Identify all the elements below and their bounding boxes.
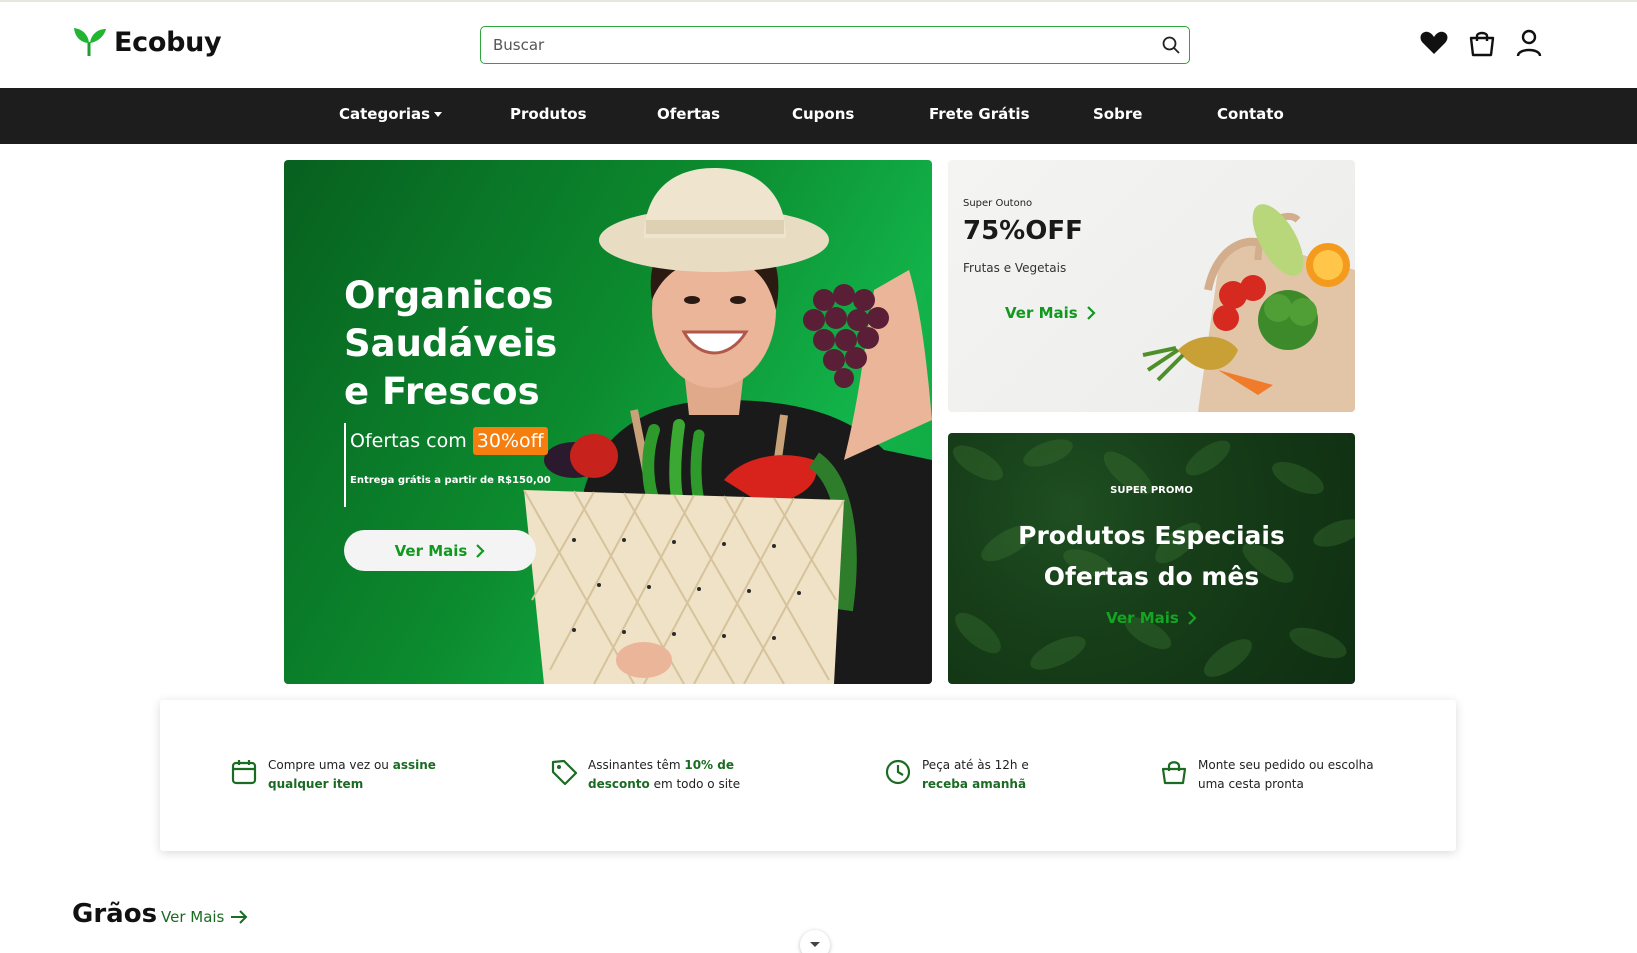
hero-banner: Organicos Saudáveis e Frescos Ofertas co… xyxy=(284,160,932,684)
search-input[interactable] xyxy=(493,27,1133,62)
section-title: Grãos xyxy=(72,899,158,929)
promo-subtitle: Frutas e Vegetais xyxy=(963,261,1067,275)
hero-ver-mais-button[interactable]: Ver Mais xyxy=(344,530,536,571)
feature-text: Assinantes têm 10% de desconto em todo o… xyxy=(588,758,741,791)
nav-item-ofertas[interactable]: Ofertas xyxy=(657,105,720,123)
user-icon[interactable] xyxy=(1514,28,1544,58)
feature-item: Monte seu pedido ou escolha uma cesta pr… xyxy=(1160,756,1378,794)
promo-special-ver-mais-link[interactable]: Ver Mais xyxy=(948,609,1355,627)
brand-name: Ecobuy xyxy=(114,26,222,58)
search-box xyxy=(480,26,1190,64)
promo-kicker: SUPER PROMO xyxy=(1110,485,1193,496)
hero-title-line: Saudáveis xyxy=(344,322,558,365)
grocery-bag-illustration xyxy=(1142,204,1355,412)
discount-badge: 30%off xyxy=(472,427,548,455)
nav-item-sobre[interactable]: Sobre xyxy=(1093,105,1142,123)
link-label: Ver Mais xyxy=(161,908,225,926)
section-ver-mais-link[interactable]: Ver Mais xyxy=(161,908,248,926)
hero-subtitle: Entrega grátis a partir de R$150,00 xyxy=(350,475,551,486)
tag-icon xyxy=(551,759,578,786)
chevron-right-icon xyxy=(1086,306,1096,320)
hero-title: Organicos Saudáveis e Frescos xyxy=(344,272,557,416)
leaf-logo-icon xyxy=(74,28,106,56)
nav-item-categorias[interactable]: Categorias xyxy=(339,105,443,123)
promo-title-line: Produtos Especiais xyxy=(1018,521,1285,550)
nav-item-produtos[interactable]: Produtos xyxy=(510,105,587,123)
hero-offer: Ofertas com 30%off xyxy=(350,427,548,455)
hero-title-line: e Frescos xyxy=(344,370,540,413)
promo-kicker: Super Outono xyxy=(963,198,1033,209)
promo-title: Produtos Especiais Ofertas do mês xyxy=(948,515,1355,597)
chevron-right-icon xyxy=(476,543,485,558)
feature-text: Monte seu pedido ou escolha uma cesta pr… xyxy=(1198,758,1374,791)
calendar-icon xyxy=(231,760,257,785)
header: Ecobuy xyxy=(0,2,1637,88)
search-icon[interactable] xyxy=(1161,35,1181,55)
feature-item: Assinantes têm 10% de desconto em todo o… xyxy=(550,756,748,794)
promo-card-special[interactable]: SUPER PROMO Produtos Especiais Ofertas d… xyxy=(948,433,1355,684)
hero-title-line: Organicos xyxy=(344,274,554,317)
bag-icon[interactable] xyxy=(1467,28,1497,58)
heart-icon[interactable] xyxy=(1419,28,1449,58)
button-label: Ver Mais xyxy=(394,541,468,560)
clock-icon xyxy=(885,759,911,785)
link-label: Ver Mais xyxy=(1106,609,1179,627)
hero-divider xyxy=(344,423,346,507)
arrow-right-icon xyxy=(231,910,248,924)
feature-item: Compre uma vez ou assine qualquer item xyxy=(230,756,438,794)
main-nav: Categorias Produtos Ofertas Cupons Frete… xyxy=(0,88,1637,144)
chevron-down-icon xyxy=(810,942,820,947)
nav-item-frete-gratis[interactable]: Frete Grátis xyxy=(929,105,1030,123)
nav-label: Categorias xyxy=(339,105,431,123)
promo-title-line: Ofertas do mês xyxy=(1043,562,1260,591)
offer-text: Ofertas com xyxy=(350,430,467,452)
feature-text: Peça até às 12h e receba amanhã xyxy=(922,758,1029,791)
caret-down-icon xyxy=(434,112,443,117)
chevron-right-icon xyxy=(1188,611,1197,625)
link-label: Ver Mais xyxy=(1005,304,1078,322)
promo-card-autumn[interactable]: Super Outono 75%OFF Frutas e Vegetais Ve… xyxy=(948,160,1355,412)
promo-title: 75%OFF xyxy=(963,216,1083,246)
woman-with-basket-illustration xyxy=(523,168,932,684)
basket-icon xyxy=(1161,761,1187,785)
feature-item: Peça até às 12h e receba amanhã xyxy=(884,756,1032,794)
brand-logo[interactable]: Ecobuy xyxy=(72,26,222,58)
scroll-down-button[interactable] xyxy=(800,930,830,953)
nav-item-contato[interactable]: Contato xyxy=(1217,105,1284,123)
feature-text: Compre uma vez ou assine qualquer item xyxy=(268,758,436,791)
features-strip: Compre uma vez ou assine qualquer item A… xyxy=(160,700,1456,851)
nav-item-cupons[interactable]: Cupons xyxy=(792,105,854,123)
promo-autumn-ver-mais-link[interactable]: Ver Mais xyxy=(1005,304,1096,322)
